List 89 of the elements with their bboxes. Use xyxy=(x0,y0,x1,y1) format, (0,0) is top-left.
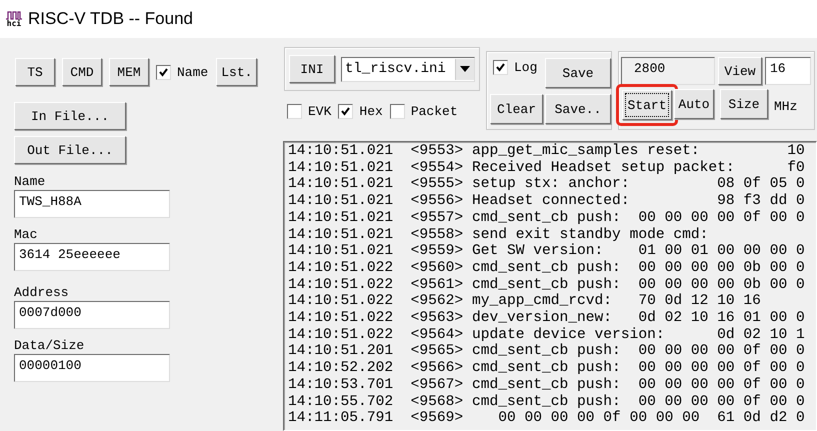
log-sequence: <9554> xyxy=(410,160,464,176)
button[interactable]: Out File... xyxy=(14,136,126,164)
log-message: update device version: 0d 02 10 1 xyxy=(472,326,805,343)
button[interactable]: Size xyxy=(720,89,768,119)
log-time: 14:10:51.022 xyxy=(288,260,394,277)
log-sequence: <9565> xyxy=(410,343,464,360)
button[interactable]: Save.. xyxy=(545,94,611,124)
checkbox[interactable] xyxy=(493,60,508,75)
log-sequence: <9561> xyxy=(410,276,464,294)
window-title: RISC-V TDB -- Found xyxy=(28,9,194,29)
log-time: 14:10:53.701 xyxy=(288,376,394,394)
log-sequence: <9569> xyxy=(410,410,464,427)
button[interactable]: View xyxy=(718,57,762,85)
log-sequence: <9558> xyxy=(410,226,464,244)
log-sequence: <9566> xyxy=(410,360,464,377)
log-time: 14:10:51.021 xyxy=(288,226,394,244)
log-sequence: <9556> xyxy=(410,193,464,210)
log-message: Get SW version: 01 00 01 00 00 00 0 xyxy=(472,243,805,260)
button[interactable]: TS xyxy=(15,58,55,86)
checkbox-label: Hex xyxy=(359,104,383,119)
checkbox[interactable] xyxy=(156,64,171,80)
input-field[interactable]: TWS_H88A xyxy=(14,190,170,218)
log-time: 14:10:51.021 xyxy=(288,210,394,227)
caret-icon[interactable] xyxy=(455,58,474,80)
log-message: 00 00 00 00 0f 00 00 00 61 0d d2 0 xyxy=(497,410,805,427)
log-message: Headset connected: 98 f3 dd 0 xyxy=(472,193,805,210)
log-time: 14:10:51.022 xyxy=(288,276,394,294)
field-label: Mac xyxy=(14,227,38,243)
log-time: 14:10:52.202 xyxy=(288,360,394,377)
input-field[interactable]: 16 xyxy=(765,57,811,85)
checkbox-label: EVK xyxy=(308,104,332,119)
checkbox[interactable] xyxy=(390,104,405,119)
log-message: app_get_mic_samples reset: 10 xyxy=(472,143,805,160)
log-message: cmd_sent_cb push: 00 00 00 00 0f 00 0 xyxy=(472,376,805,394)
button[interactable]: Save xyxy=(545,58,611,88)
field-label: Name xyxy=(14,174,46,190)
input-field[interactable]: 0007d000 xyxy=(14,301,170,329)
log-time: 14:10:51.201 xyxy=(288,343,394,360)
log-sequence: <9555> xyxy=(410,176,464,194)
checkbox-label: Packet xyxy=(410,104,458,119)
log-message: cmd_sent_cb push: 00 00 00 00 0f 00 0 xyxy=(472,210,805,227)
checkbox-label: Name xyxy=(177,64,208,80)
button[interactable]: CMD xyxy=(62,58,102,86)
log-time: 14:10:55.702 xyxy=(288,394,394,410)
button[interactable]: Clear xyxy=(490,94,543,124)
log-sequence: <9568> xyxy=(410,394,464,410)
log-message: cmd_sent_cb push: 00 00 00 00 0b 00 0 xyxy=(472,260,805,277)
file-dropdown[interactable]: tl_riscv.ini xyxy=(341,56,475,82)
log-time: 14:11:05.791 xyxy=(288,410,394,427)
log-message: my_app_cmd_rcvd: 70 0d 12 10 16 xyxy=(472,293,761,310)
log-message: setup stx: anchor: 08 0f 05 0 xyxy=(472,176,805,193)
field-label: Address xyxy=(14,285,70,301)
log-time: 14:10:51.021 xyxy=(288,176,394,194)
log-sequence: <9560> xyxy=(410,260,464,277)
log-sequence: <9563> xyxy=(410,310,464,327)
button[interactable]: Auto xyxy=(674,89,714,119)
log-time: 14:10:51.022 xyxy=(288,310,394,327)
log-sequence: <9562> xyxy=(410,293,464,310)
log-message: cmd_sent_cb push: 00 00 00 00 0f 00 0 xyxy=(472,343,805,360)
log-sequence: <9567> xyxy=(410,376,464,394)
field-label: Data/Size xyxy=(14,338,86,354)
input-field[interactable]: 3614 25eeeeee xyxy=(14,243,170,271)
button[interactable]: INI xyxy=(289,55,335,83)
log-time: 14:10:51.021 xyxy=(288,193,394,210)
button[interactable]: Start xyxy=(622,90,672,120)
log-message: cmd_sent_cb push: 00 00 00 00 0f 00 0 xyxy=(472,394,805,410)
log-message: cmd_sent_cb push: 00 00 00 00 0b 00 0 xyxy=(472,276,805,293)
checkbox[interactable] xyxy=(287,104,302,119)
log-sequence: <9564> xyxy=(410,326,464,344)
log-message: cmd_sent_cb push: 00 00 00 00 0f 00 0 xyxy=(472,360,805,377)
log-time: 14:10:51.021 xyxy=(288,243,394,260)
log-message: Received Headset setup packet: f0 xyxy=(472,160,805,176)
log-time: 14:10:51.021 xyxy=(288,143,394,160)
checkbox-label: Log xyxy=(514,60,538,75)
input-field[interactable]: 00000100 xyxy=(14,354,170,382)
log-message: dev_version_new: 0d 02 10 16 01 00 0 xyxy=(472,310,805,327)
button[interactable]: Lst. xyxy=(216,58,258,86)
log-time: 14:10:51.021 xyxy=(288,160,394,176)
count-field[interactable]: 2800 xyxy=(621,57,715,85)
log-time: 14:10:51.022 xyxy=(288,293,394,310)
log-sequence: <9557> xyxy=(410,210,464,227)
button[interactable]: In File... xyxy=(14,102,126,130)
checkbox[interactable] xyxy=(338,104,354,119)
unit-label: MHz xyxy=(774,99,798,114)
log-time: 14:10:51.022 xyxy=(288,326,394,344)
button[interactable]: MEM xyxy=(109,58,149,86)
log-sequence: <9559> xyxy=(410,243,464,260)
log-message: send exit standby mode cmd: xyxy=(472,226,708,243)
log-sequence: <9553> xyxy=(410,143,464,160)
